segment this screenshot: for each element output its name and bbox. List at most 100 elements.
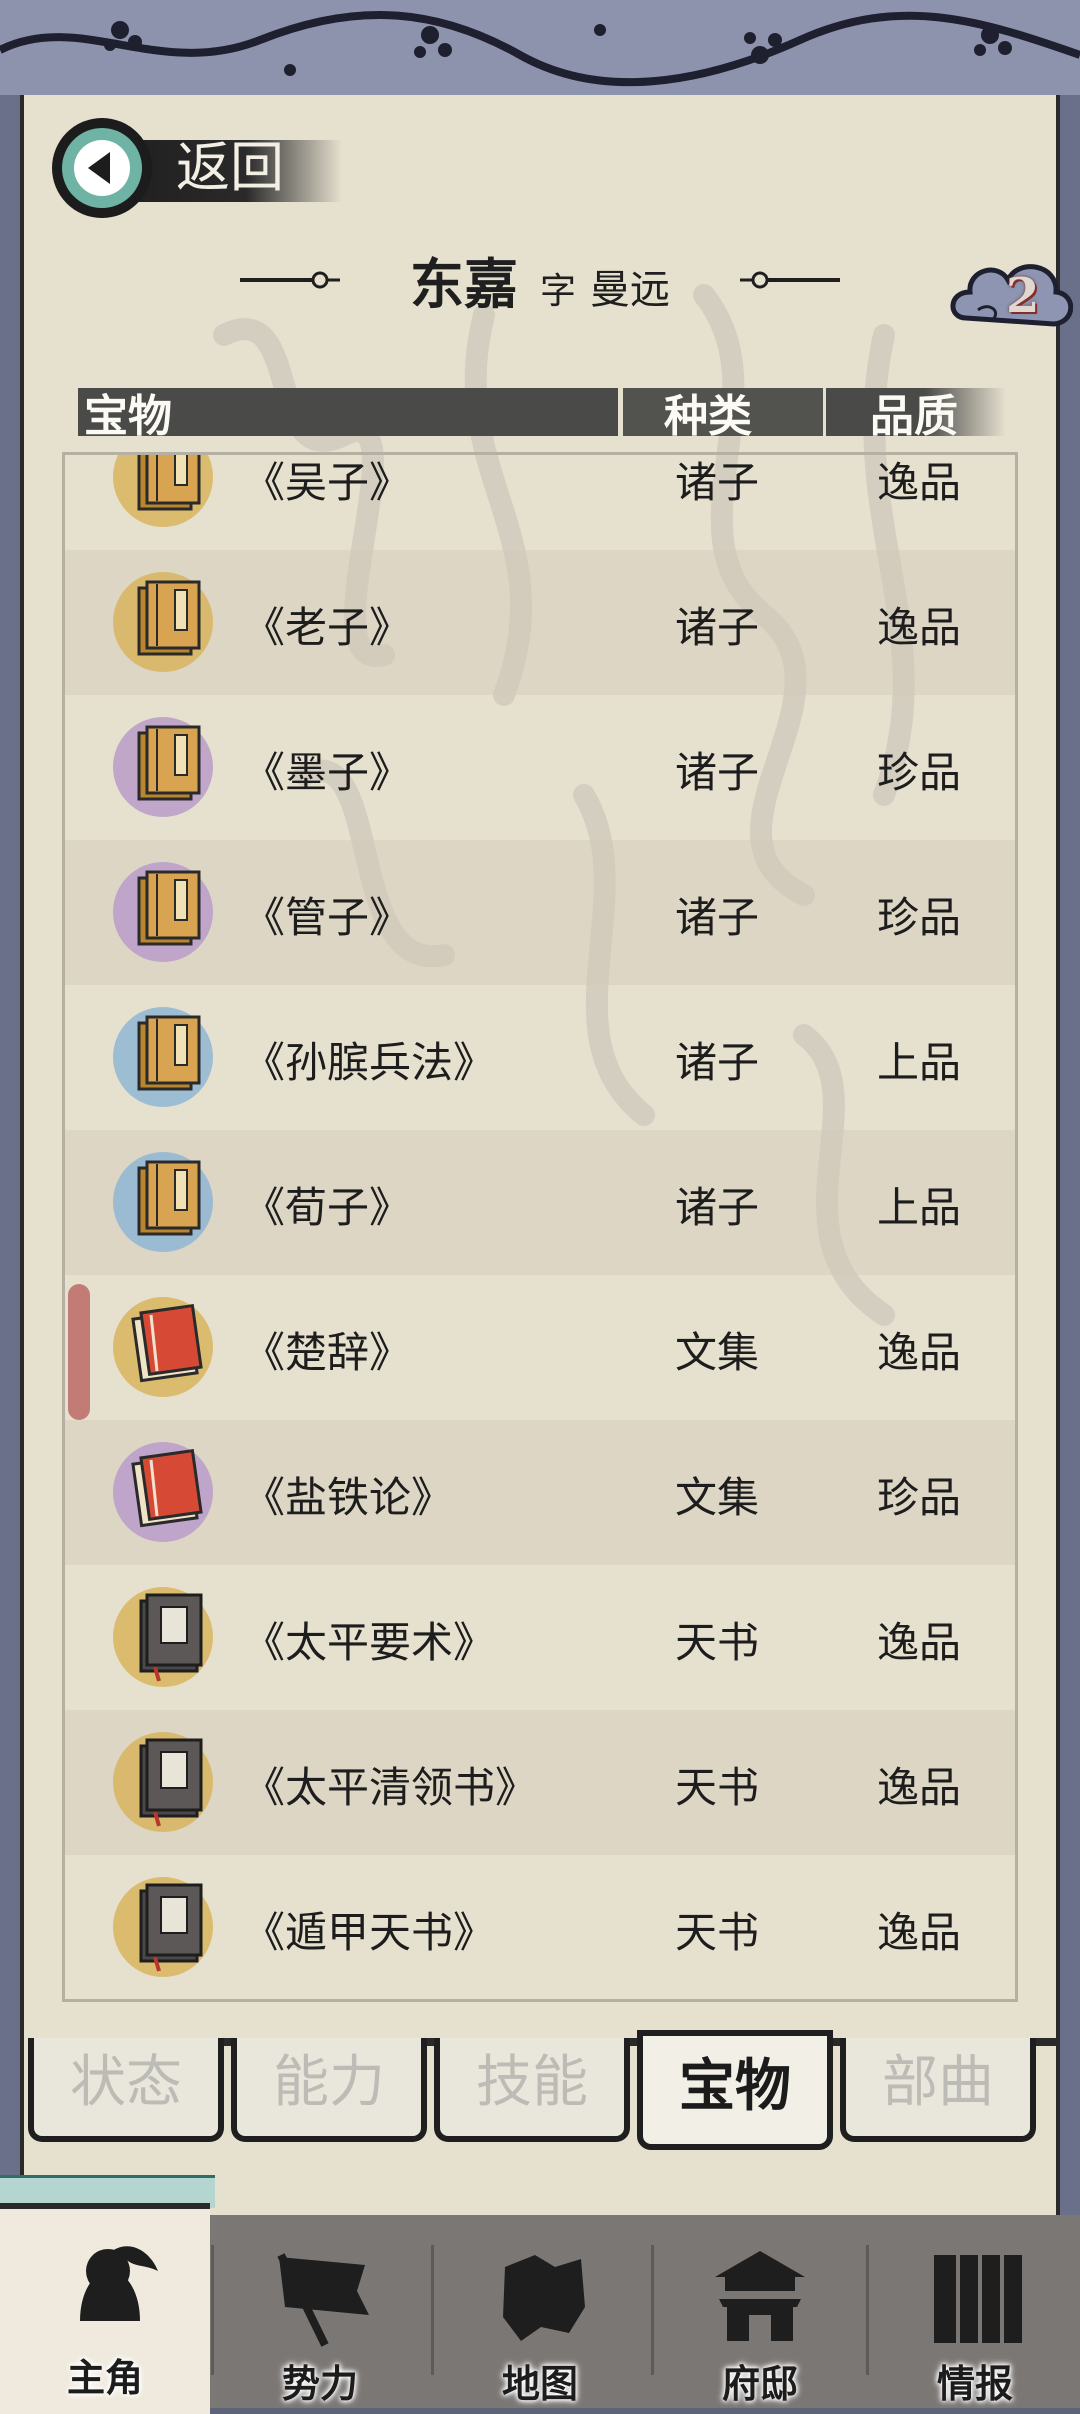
treasure-type: 诸子 [675, 1183, 760, 1232]
treasure-type: 诸子 [675, 458, 760, 507]
title-ornament-left [240, 271, 340, 289]
nav-hero[interactable]: 主角 [0, 2203, 210, 2414]
table-row[interactable]: 《孙膑兵法》 诸子 上品 [65, 985, 1015, 1130]
column-type: 种类 [664, 391, 752, 442]
treasure-name: 《吴子》 [243, 458, 412, 507]
table-row[interactable]: 《管子》 诸子 珍品 [65, 840, 1015, 985]
table-row[interactable]: 《老子》 诸子 逸品 [65, 550, 1015, 695]
triangle-left-icon [74, 140, 130, 196]
tab-treasure[interactable]: 宝物 [637, 2030, 833, 2150]
nav-label: 地图 [501, 2361, 578, 2406]
book-icon [113, 1877, 213, 1977]
book-icon [113, 455, 213, 527]
title-ornament-right [740, 271, 840, 289]
table-row[interactable]: 《太平清领书》 天书 逸品 [65, 1710, 1015, 1855]
table-row[interactable]: 《盐铁论》 文集 珍品 [65, 1420, 1015, 1565]
scroll-icon [934, 2255, 1022, 2343]
nav-map[interactable]: 地图 [435, 2215, 645, 2408]
bottom-navigation: 主角 势力 地图 府邸 情报 [0, 2203, 1080, 2414]
map-icon [503, 2255, 585, 2341]
hero-icon [80, 2246, 158, 2321]
courtesy-name: 曼远 [590, 267, 670, 313]
nav-separator [431, 2245, 434, 2375]
back-button[interactable]: 返回 [52, 118, 352, 218]
table-row[interactable]: 《荀子》 诸子 上品 [65, 1130, 1015, 1275]
tab-ability[interactable]: 能力 [231, 2038, 427, 2142]
treasure-name: 《荀子》 [243, 1183, 412, 1232]
treasure-quality: 逸品 [877, 1908, 962, 1957]
treasure-quality: 上品 [877, 1038, 962, 1087]
column-quality: 品质 [870, 391, 958, 442]
nav-label: 府邸 [721, 2361, 798, 2406]
book-icon [113, 717, 213, 817]
book-icon [113, 1007, 213, 1107]
treasure-type: 诸子 [675, 748, 760, 797]
back-label: 返回 [176, 136, 284, 199]
tab-status[interactable]: 状态 [28, 2038, 224, 2142]
book-icon [113, 1297, 213, 1397]
treasure-quality: 逸品 [877, 603, 962, 652]
treasure-quality: 珍品 [877, 1473, 962, 1522]
treasure-quality: 上品 [877, 1183, 962, 1232]
treasure-name: 《太平要术》 [243, 1618, 496, 1667]
treasure-type: 天书 [675, 1763, 760, 1812]
treasure-type: 诸子 [675, 1038, 760, 1087]
flag-icon [277, 2253, 369, 2347]
nav-mansion[interactable]: 府邸 [655, 2215, 865, 2408]
tab-skill[interactable]: 技能 [434, 2038, 630, 2142]
nav-separator [651, 2245, 654, 2375]
table-row[interactable]: 《楚辞》 文集 逸品 [65, 1275, 1015, 1420]
treasure-name: 《楚辞》 [243, 1328, 412, 1377]
nav-label: 情报 [936, 2361, 1013, 2406]
treasure-name: 《管子》 [243, 893, 412, 942]
table-header: 宝物 种类 品质 [78, 388, 1008, 442]
nav-label: 势力 [281, 2361, 358, 2406]
treasure-type: 天书 [675, 1908, 760, 1957]
treasure-quality: 珍品 [877, 748, 962, 797]
treasure-type: 诸子 [675, 603, 760, 652]
table-row[interactable]: 《吴子》 诸子 逸品 [65, 455, 1015, 550]
treasure-type: 诸子 [675, 893, 760, 942]
treasure-name: 《太平清领书》 [243, 1763, 538, 1812]
treasure-name: 《遁甲天书》 [243, 1908, 496, 1957]
treasure-type: 文集 [675, 1328, 760, 1377]
mansion-icon [715, 2251, 805, 2341]
book-icon [113, 1732, 213, 1832]
table-row[interactable]: 《遁甲天书》 天书 逸品 [65, 1855, 1015, 1999]
scroll-indicator[interactable] [68, 1284, 90, 1420]
character-name: 东嘉 [409, 252, 518, 316]
book-icon [113, 862, 213, 962]
treasure-quality: 逸品 [877, 1618, 962, 1667]
treasure-quality: 逸品 [877, 1328, 962, 1377]
book-icon [113, 1442, 213, 1542]
treasure-name: 《盐铁论》 [243, 1473, 454, 1522]
treasure-name: 《老子》 [243, 603, 412, 652]
nav-flag[interactable]: 势力 [215, 2215, 425, 2408]
tab-troops[interactable]: 部曲 [840, 2038, 1036, 2142]
nav-label: 主角 [66, 2355, 143, 2400]
treasure-name: 《墨子》 [243, 748, 412, 797]
character-title: 东嘉字曼远 [240, 240, 840, 320]
courtesy-label: 字 [539, 271, 576, 312]
treasure-type: 文集 [675, 1473, 760, 1522]
back-circle [52, 118, 152, 218]
treasure-name: 《孙膑兵法》 [243, 1038, 496, 1087]
nav-scroll[interactable]: 情报 [870, 2215, 1080, 2408]
book-icon [113, 572, 213, 672]
treasure-list[interactable]: 《吴子》 诸子 逸品 《老子》 诸子 逸品 《墨子》 诸子 珍品 《管子》 诸子 珍品 《孙膑兵法》 诸子… [62, 452, 1018, 2002]
top-decor-border [0, 0, 1080, 99]
tab-bar: 状态 能力 技能 宝物 部曲 [28, 2030, 1058, 2150]
badge-count: 2 [1006, 268, 1040, 324]
treasure-type: 天书 [675, 1618, 760, 1667]
treasure-quality: 逸品 [877, 1763, 962, 1812]
cloud-badge[interactable]: 2 [948, 248, 1074, 348]
treasure-quality: 珍品 [877, 893, 962, 942]
right-frame [1060, 95, 1080, 2215]
nav-separator [866, 2245, 869, 2375]
book-icon [113, 1587, 213, 1687]
table-row[interactable]: 《墨子》 诸子 珍品 [65, 695, 1015, 840]
left-frame [0, 95, 20, 2215]
table-row[interactable]: 《太平要术》 天书 逸品 [65, 1565, 1015, 1710]
column-item: 宝物 [84, 391, 172, 442]
book-icon [113, 1152, 213, 1252]
